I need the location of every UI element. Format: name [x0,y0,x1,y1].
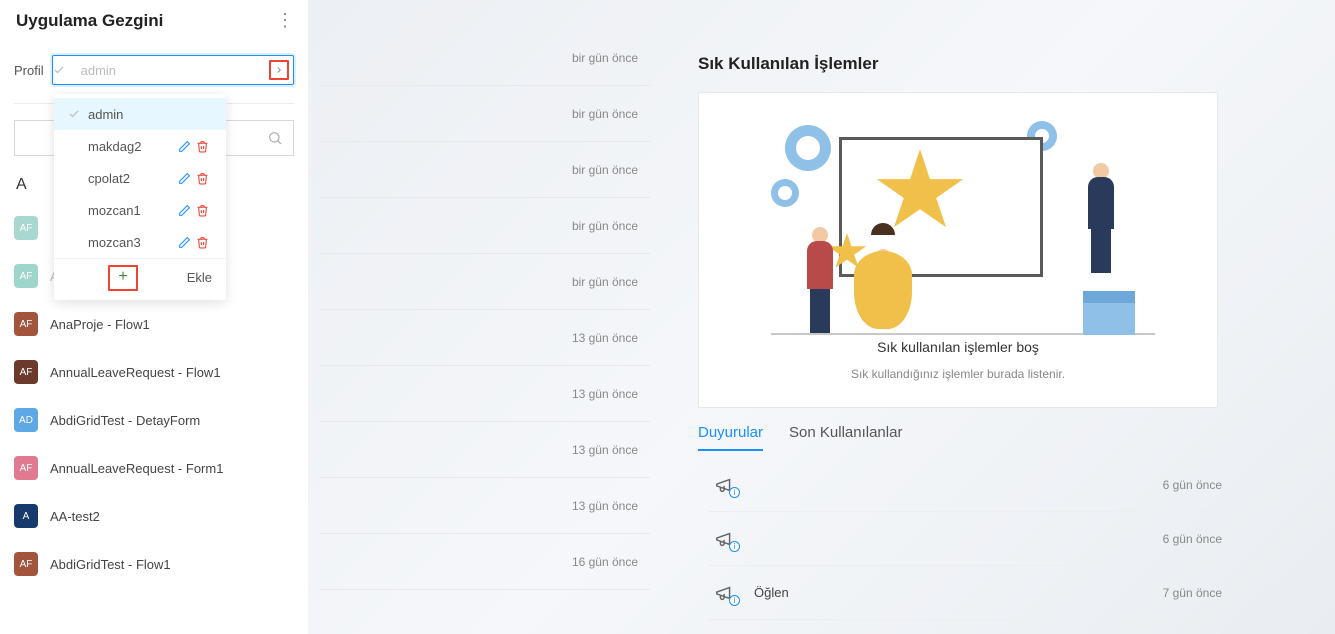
announcement-item[interactable]: i 6 gün önce [708,512,1228,566]
edit-icon[interactable] [178,204,196,217]
recent-item-when: 13 gün önce [572,443,638,457]
megaphone-icon: i [714,474,744,496]
recent-item[interactable]: bir gün önce [320,198,650,254]
main-content: bir gün önce bir gün önce bir gün önce bir … [308,0,1335,634]
profile-label: Profil [14,63,44,78]
profile-option-name: admin [88,107,214,122]
recent-item-when: 13 gün önce [572,499,638,513]
check-icon [53,64,79,76]
recent-item[interactable]: bir gün önce [320,30,650,86]
recent-item-when: bir gün önce [572,163,638,177]
expand-icon[interactable] [269,60,289,80]
sidebar-item-label: AnaProje - Flow1 [50,317,150,332]
frequent-empty-desc: Sık kullandığınız işlemler burada listen… [719,367,1197,381]
profile-select[interactable]: admin [52,55,294,85]
sidebar-item-label: AnnualLeaveRequest - Form1 [50,461,223,476]
recent-item[interactable]: 13 gün önce [320,478,650,534]
frequent-empty-card: Sık kullanılan işlemler boş Sık kullandı… [698,92,1218,408]
profile-dropdown-item[interactable]: mozcan3 [54,226,226,258]
profile-dropdown-item[interactable]: mozcan1 [54,194,226,226]
recent-item-when: bir gün önce [572,275,638,289]
profile-option-name: mozcan1 [88,203,178,218]
recent-item[interactable]: 16 gün önce [320,534,650,590]
recent-item-when: bir gün önce [572,51,638,65]
add-icon[interactable]: + [108,265,138,291]
sidebar-title: Uygulama Gezgini [16,11,163,31]
sidebar-item[interactable]: AF AnnualLeaveRequest - Flow1 [14,348,294,396]
sidebar-item-badge: AF [14,456,38,480]
recent-item-when: bir gün önce [572,107,638,121]
sidebar-item-badge: AD [14,408,38,432]
sidebar-item-badge: AF [14,264,38,288]
announcement-when: 7 gün önce [1163,586,1222,600]
announcement-when: 6 gün önce [1163,478,1222,492]
profile-dropdown-item[interactable]: cpolat2 [54,162,226,194]
sidebar-item[interactable]: AF AbdiGridTest - Flow1 [14,540,294,588]
frequent-empty-title: Sık kullanılan işlemler boş [719,339,1197,355]
announcement-when: 6 gün önce [1163,532,1222,546]
announcement-title: Öğlen [754,585,1153,600]
tabs: Duyurular Son Kullanılanlar [698,424,902,451]
megaphone-icon: i [714,582,744,604]
check-icon [68,108,88,120]
edit-icon[interactable] [178,172,196,185]
sidebar-item-label: AbdiGridTest - DetayForm [50,413,200,428]
recent-item[interactable]: bir gün önce [320,86,650,142]
recent-item-when: 16 gün önce [572,555,638,569]
delete-icon[interactable] [196,140,214,153]
profile-dropdown-item[interactable]: makdag2 [54,130,226,162]
edit-icon[interactable] [178,236,196,249]
sidebar-item[interactable]: AD AbdiGridTest - DetayForm [14,396,294,444]
recent-item-when: 13 gün önce [572,387,638,401]
recent-item[interactable]: 13 gün önce [320,422,650,478]
delete-icon[interactable] [196,172,214,185]
megaphone-icon: i [714,528,744,550]
profile-option-name: makdag2 [88,139,178,154]
tab-recent[interactable]: Son Kullanılanlar [789,424,902,451]
profile-selected-value: admin [79,63,265,78]
announcements-list: i 6 gün önce i 6 gün önce i Öğlen 7 gün … [708,458,1228,620]
profile-option-name: cpolat2 [88,171,178,186]
recent-item[interactable]: 13 gün önce [320,366,650,422]
delete-icon[interactable] [196,204,214,217]
profile-dropdown-item[interactable]: admin [54,98,226,130]
tab-announcements[interactable]: Duyurular [698,424,763,451]
sidebar-item-badge: AF [14,360,38,384]
recent-item[interactable]: bir gün önce [320,254,650,310]
recent-item[interactable]: bir gün önce [320,142,650,198]
recent-item-when: 13 gün önce [572,331,638,345]
profile-add-row[interactable]: + Ekle [54,258,226,296]
frequent-illustration [719,115,1197,335]
delete-icon[interactable] [196,236,214,249]
sidebar-item-badge: AF [14,216,38,240]
more-icon[interactable]: ⋮ [276,10,292,31]
recent-item[interactable]: 13 gün önce [320,310,650,366]
sidebar-item[interactable]: A AA-test2 [14,492,294,540]
frequent-section-title: Sık Kullanılan İşlemler [698,54,1238,74]
announcement-item[interactable]: i Öğlen 7 gün önce [708,566,1228,620]
sidebar-item-badge: A [14,504,38,528]
profile-option-name: mozcan3 [88,235,178,250]
sidebar-item-badge: AF [14,312,38,336]
profile-dropdown: admin makdag2 cpolat2 mozcan1 [54,94,226,300]
search-icon[interactable] [267,130,283,146]
recent-item-when: bir gün önce [572,219,638,233]
sidebar-item-label: AbdiGridTest - Flow1 [50,557,171,572]
sidebar-item-badge: AF [14,552,38,576]
sidebar-item-label: AnnualLeaveRequest - Flow1 [50,365,221,380]
profile-add-label: Ekle [187,270,212,285]
announcement-item[interactable]: i 6 gün önce [708,458,1228,512]
sidebar-item-label: AA-test2 [50,509,100,524]
sidebar-item[interactable]: AF AnnualLeaveRequest - Form1 [14,444,294,492]
sidebar-item[interactable]: AF AnaProje - Flow1 [14,300,294,348]
edit-icon[interactable] [178,140,196,153]
recent-list: bir gün önce bir gün önce bir gün önce bir … [320,30,650,590]
